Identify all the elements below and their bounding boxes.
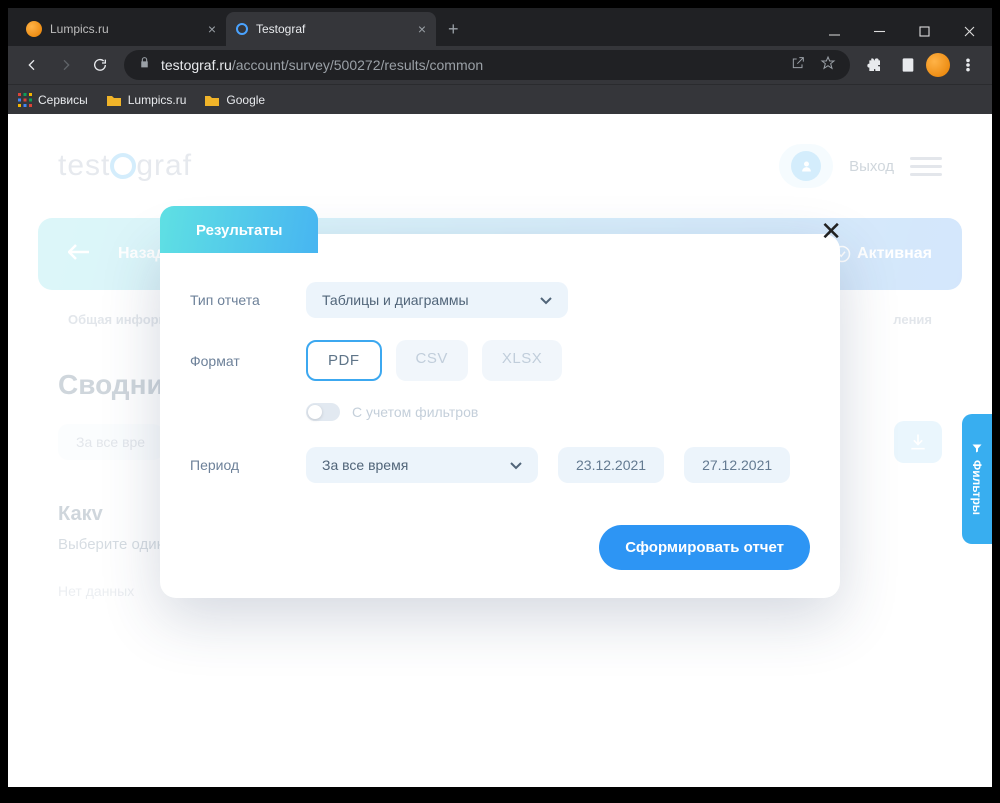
filters-toggle[interactable] xyxy=(306,403,340,421)
chevron-down-icon xyxy=(540,292,552,308)
label-report-type: Тип отчета xyxy=(190,292,286,308)
report-modal: Результаты ✕ Тип отчета Таблицы и диагра… xyxy=(160,234,840,598)
share-icon[interactable] xyxy=(790,55,806,76)
format-xlsx-button[interactable]: XLSX xyxy=(482,340,562,381)
url-text: testograf.ru/account/survey/500272/resul… xyxy=(161,57,483,73)
favicon-icon xyxy=(236,23,248,35)
tab-title: Testograf xyxy=(256,22,410,36)
close-icon[interactable]: × xyxy=(418,21,426,37)
favicon-icon xyxy=(26,21,42,37)
site-logo[interactable]: testgraf xyxy=(58,149,192,183)
back-label: Назад xyxy=(118,245,165,263)
period-select[interactable]: За все время xyxy=(306,447,538,483)
modal-tab: Результаты xyxy=(160,206,318,253)
menu-icon[interactable] xyxy=(910,157,942,176)
address-bar[interactable]: testograf.ru/account/survey/500272/resul… xyxy=(124,50,850,80)
new-tab-button[interactable]: + xyxy=(436,12,471,46)
date-from-input[interactable]: 23.12.2021 xyxy=(558,447,664,483)
extensions-button[interactable] xyxy=(858,49,890,81)
period-pill[interactable]: За все вре xyxy=(58,424,163,460)
label-format: Формат xyxy=(190,353,286,369)
report-type-select[interactable]: Таблицы и диаграммы xyxy=(306,282,568,318)
date-to-input[interactable]: 27.12.2021 xyxy=(684,447,790,483)
back-arrow-icon[interactable] xyxy=(68,244,98,265)
reader-button[interactable] xyxy=(892,49,924,81)
close-icon[interactable]: × xyxy=(208,21,216,37)
bookmarks-bar: Сервисы Lumpics.ru Google xyxy=(8,84,992,114)
avatar[interactable] xyxy=(779,144,833,188)
nav-back-button[interactable] xyxy=(16,49,48,81)
menu-button[interactable] xyxy=(952,49,984,81)
lock-icon xyxy=(138,56,151,74)
browser-tab-lumpics[interactable]: Lumpics.ru × xyxy=(16,12,226,46)
download-button[interactable] xyxy=(894,421,942,463)
exit-link[interactable]: Выход xyxy=(849,158,894,175)
filters-toggle-label: С учетом фильтров xyxy=(352,404,478,420)
modal-close-button[interactable]: ✕ xyxy=(820,216,842,247)
window-close[interactable] xyxy=(947,16,992,46)
generate-report-button[interactable]: Сформировать отчет xyxy=(599,525,810,570)
nav-forward-button[interactable] xyxy=(50,49,82,81)
tab-title: Lumpics.ru xyxy=(50,22,200,36)
bookmark-google[interactable]: Google xyxy=(204,93,265,107)
status-badge: Активная xyxy=(833,245,932,263)
subtab-other[interactable]: ления xyxy=(893,312,932,327)
star-icon[interactable] xyxy=(820,55,836,76)
apps-bookmark[interactable]: Сервисы xyxy=(18,93,88,107)
label-period: Период xyxy=(190,457,286,473)
browser-titlebar: Lumpics.ru × Testograf × + xyxy=(8,8,992,46)
format-csv-button[interactable]: CSV xyxy=(396,340,468,381)
format-pdf-button[interactable]: PDF xyxy=(306,340,382,381)
browser-tab-testograf[interactable]: Testograf × xyxy=(226,12,436,46)
browser-toolbar: testograf.ru/account/survey/500272/resul… xyxy=(8,46,992,84)
profile-avatar[interactable] xyxy=(926,53,950,77)
nav-reload-button[interactable] xyxy=(84,49,116,81)
window-maximize[interactable] xyxy=(902,16,947,46)
chevron-down-icon xyxy=(510,457,522,473)
window-minimize[interactable] xyxy=(857,16,902,46)
bookmark-lumpics[interactable]: Lumpics.ru xyxy=(106,93,187,107)
window-minimize[interactable] xyxy=(812,16,857,46)
filters-side-tab[interactable]: Фильтры xyxy=(962,414,992,544)
